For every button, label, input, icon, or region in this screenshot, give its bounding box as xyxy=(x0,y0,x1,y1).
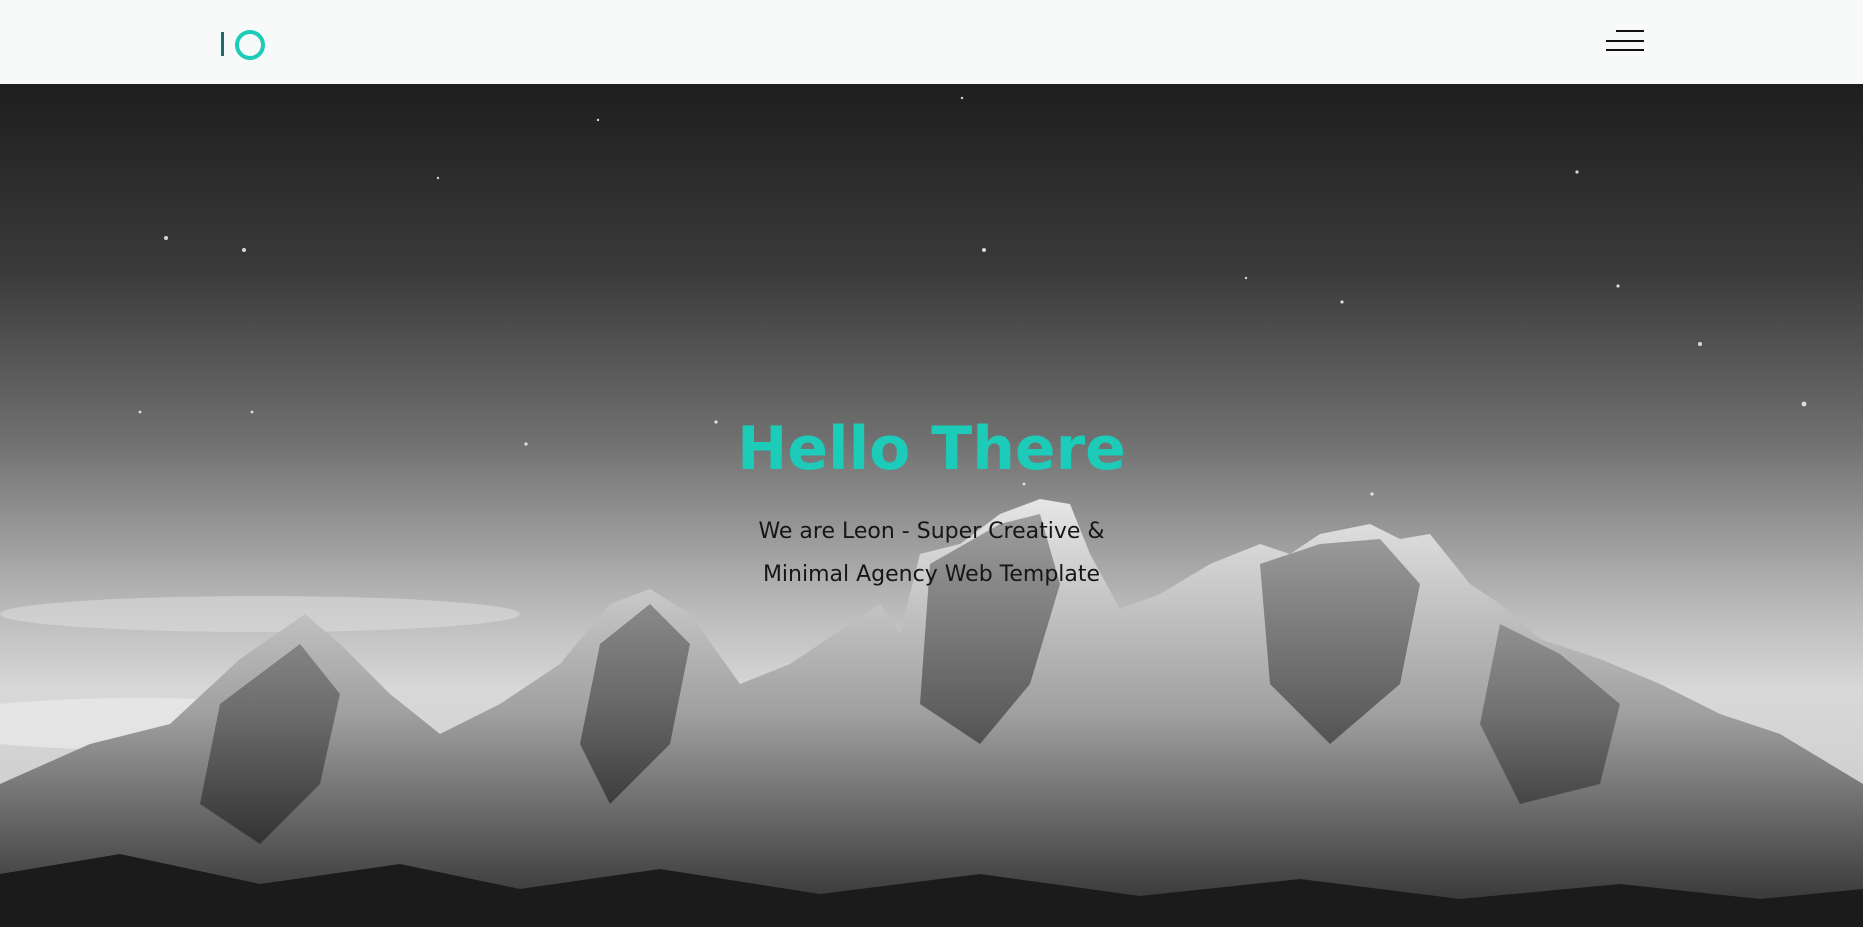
menu-line-bottom xyxy=(1606,49,1644,51)
hero-subtitle-line-1: We are Leon - Super Creative & xyxy=(758,519,1105,544)
hero-title: Hello There xyxy=(737,414,1126,484)
menu-line-middle xyxy=(1606,40,1644,42)
site-header xyxy=(0,0,1863,84)
hero-subtitle-line-2: Minimal Agency Web Template xyxy=(762,562,1101,587)
hero-text-block: Hello There We are Leon - Super Creative… xyxy=(0,414,1863,596)
logo-bar-mark xyxy=(221,32,224,56)
menu-line-top xyxy=(1616,30,1644,32)
logo-ring-mark xyxy=(235,30,265,60)
hamburger-menu-icon[interactable] xyxy=(1606,30,1644,52)
logo[interactable] xyxy=(221,30,265,60)
hero-section: Hello There We are Leon - Super Creative… xyxy=(0,84,1863,927)
hero-subtitle: We are Leon - Super Creative & Minimal A… xyxy=(722,510,1142,596)
